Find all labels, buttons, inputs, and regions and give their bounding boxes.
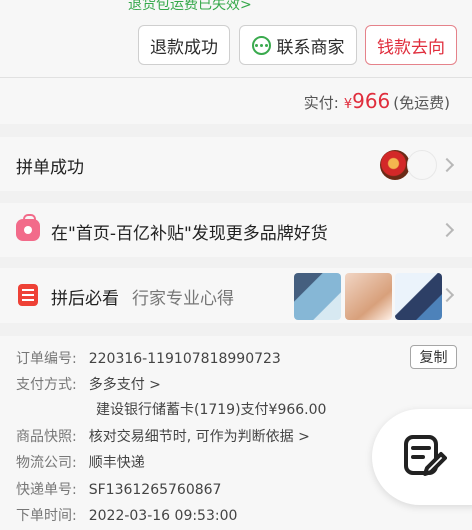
group-buy-title: 拼单成功 [16, 158, 84, 178]
paid-amount: 实付: ¥966 (免运费) [304, 89, 450, 113]
must-see-title: 拼后必看 [51, 289, 119, 309]
tip-thumbnail[interactable] [395, 273, 442, 320]
note-list-icon [18, 284, 38, 306]
chat-bubble-icon [251, 35, 271, 55]
payment-detail: 建设银行储蓄卡(1719)支付¥966.00 [96, 399, 326, 419]
snapshot-label: 商品快照: [16, 429, 77, 445]
currency-symbol: ¥ [343, 97, 353, 112]
contact-merchant-label: 联系商家 [276, 37, 345, 57]
header-divider [0, 77, 472, 78]
tracking-label: 快递单号: [16, 482, 77, 498]
refund-success-button[interactable]: 退款成功 [138, 25, 230, 65]
expert-tips-subtitle: 行家专业心得 [132, 289, 234, 309]
logistics-label: 物流公司: [16, 455, 77, 471]
payment-label: 支付方式: [16, 377, 77, 393]
payment-method-line[interactable]: 支付方式: 多多支付 > [16, 374, 161, 394]
participant-avatar-placeholder [407, 150, 437, 180]
promotion-text: 在"首页-百亿补贴"发现更多品牌好货 [51, 224, 328, 244]
copy-button[interactable]: 复制 [410, 345, 457, 369]
order-time-value: 2022-03-16 09:53:00 [88, 508, 238, 524]
tracking-number: SF1361265760867 [88, 482, 222, 498]
edit-note-icon [404, 435, 447, 476]
order-time-label: 下单时间: [16, 508, 77, 524]
tip-thumbnail[interactable] [345, 273, 392, 320]
payment-method-value: 多多支付 > [88, 377, 161, 393]
paid-label: 实付: [303, 94, 339, 112]
logistics-line: 物流公司: 顺丰快递 [16, 452, 145, 472]
tracking-line: 快递单号: SF1361265760867 [16, 479, 221, 499]
order-number-line: 订单编号: 220316-119107818990723 [16, 348, 281, 368]
order-number-value: 220316-119107818990723 [88, 351, 281, 367]
free-shipping-note: (免运费) [393, 94, 450, 112]
paid-value: 966 [352, 89, 391, 113]
contact-merchant-button[interactable]: 联系商家 [239, 25, 357, 65]
order-number-label: 订单编号: [16, 351, 77, 367]
payment-detail-value: 建设银行储蓄卡(1719)支付¥966.00 [96, 402, 327, 418]
snapshot-line[interactable]: 商品快照: 核对交易细节时, 可作为判断依据 > [16, 426, 310, 446]
participant-avatar [380, 150, 410, 180]
shopping-bag-icon [16, 214, 40, 241]
tip-thumbnail[interactable] [294, 273, 341, 320]
money-destination-button[interactable]: 钱款去向 [365, 25, 457, 65]
order-header-card: 退货包运费已失效> 退款成功 联系商家 钱款去向 实付: ¥966 (免运费) [0, 0, 472, 124]
logistics-company: 顺丰快递 [88, 455, 145, 471]
order-time-line: 下单时间: 2022-03-16 09:53:00 [16, 505, 237, 525]
return-shipping-notice[interactable]: 退货包运费已失效> [128, 0, 252, 14]
snapshot-value: 核对交易细节时, 可作为判断依据 > [88, 429, 310, 445]
